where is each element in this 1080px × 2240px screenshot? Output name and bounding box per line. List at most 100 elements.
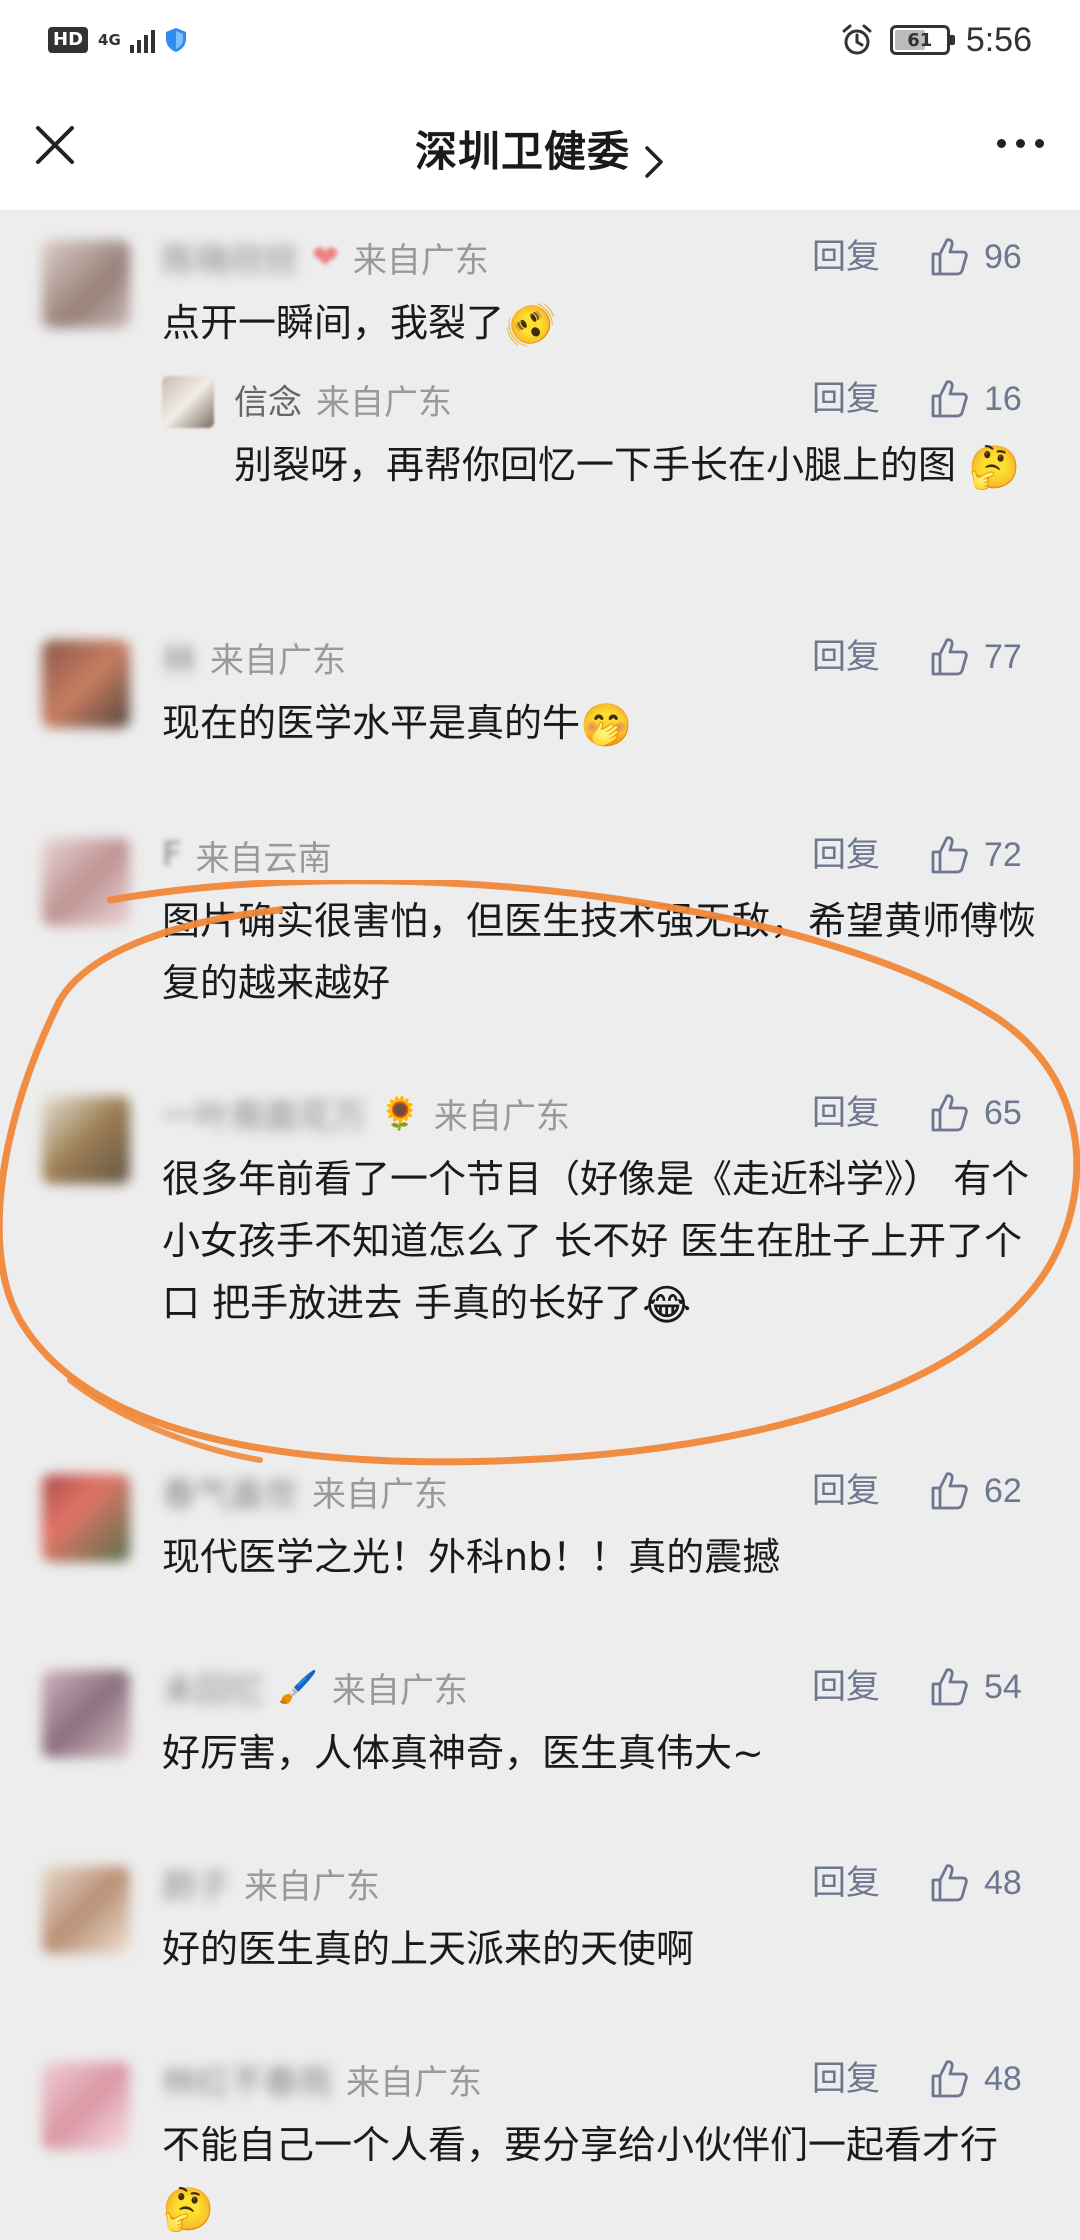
comment-body: 很多年前看了一个节目（好像是《走近科学》） 有个小女孩手不知道怎么了 长不好 医… bbox=[162, 1157, 1030, 1325]
comment-meta: 陈晓欣欣 ❤ 来自广东 bbox=[162, 232, 489, 282]
like-button[interactable]: 48 bbox=[928, 1858, 1032, 1908]
more-dot-icon bbox=[1034, 138, 1044, 148]
network-label: 4G bbox=[98, 30, 121, 49]
emoji-icon: 🤭 bbox=[580, 700, 633, 750]
like-button[interactable]: 77 bbox=[928, 632, 1032, 682]
avatar[interactable] bbox=[42, 640, 130, 728]
battery-level: 61 bbox=[907, 29, 933, 51]
like-button[interactable]: 72 bbox=[928, 830, 1032, 880]
location: 来自云南 bbox=[195, 838, 332, 879]
reply-button[interactable]: 回复 bbox=[812, 374, 880, 424]
comment-text: 图片确实很害怕，但医生技术强无敌，希望黄师傅恢复的越来越好 bbox=[162, 890, 1040, 1014]
comment-text: 现代医学之光！外科nb！！真的震撼 bbox=[162, 1526, 1040, 1588]
title-wrap[interactable]: 深圳卫健委 bbox=[0, 118, 1080, 180]
comment-meta: 林红不春雨 来自广东 bbox=[162, 2054, 482, 2104]
like-button[interactable]: 16 bbox=[928, 374, 1032, 424]
like-button[interactable]: 65 bbox=[928, 1088, 1032, 1138]
comment-meta: 林 来自广东 bbox=[162, 632, 346, 682]
avatar[interactable] bbox=[42, 240, 130, 328]
reply-button[interactable]: 回复 bbox=[812, 2054, 880, 2104]
shield-icon bbox=[166, 28, 187, 52]
reply-button[interactable]: 回复 bbox=[812, 830, 880, 880]
like-count: 65 bbox=[984, 1093, 1022, 1132]
comment-body: 别裂呀，再帮你回忆一下手长在小腿上的图 bbox=[234, 443, 957, 487]
comment-body: 现在的医学水平是真的牛 bbox=[162, 701, 581, 745]
battery-icon: 61 bbox=[889, 25, 955, 55]
thumbs-up-icon bbox=[931, 380, 968, 418]
user-name[interactable]: 林红不春雨 bbox=[162, 2055, 332, 2104]
paintbrush-icon: 🖌️ bbox=[278, 1668, 318, 1706]
alarm-icon bbox=[842, 24, 872, 55]
location: 来自广东 bbox=[244, 1866, 380, 1907]
like-count: 77 bbox=[984, 637, 1022, 676]
reply-button[interactable]: 回复 bbox=[812, 1466, 880, 1516]
thumbs-up-icon bbox=[931, 1668, 968, 1706]
thumbs-up-icon bbox=[931, 1472, 968, 1510]
thumbs-up-icon bbox=[931, 2060, 968, 2098]
location: 来自广东 bbox=[346, 2062, 482, 2103]
emoji-icon: 🤔 bbox=[162, 2184, 215, 2234]
avatar[interactable] bbox=[42, 1096, 130, 1184]
user-name[interactable]: 陈晓欣欣 bbox=[162, 233, 298, 282]
comment-meta: 未回忆 🖌️ 来自广东 bbox=[162, 1662, 468, 1712]
more-button[interactable] bbox=[988, 128, 1052, 158]
location: 来自广东 bbox=[433, 1096, 570, 1137]
clock: 5:56 bbox=[965, 20, 1032, 59]
user-name[interactable]: 春气盎世 bbox=[162, 1467, 298, 1516]
avatar[interactable] bbox=[42, 1866, 130, 1954]
status-right: 61 5:56 bbox=[840, 18, 1032, 62]
comment-body: 好厉害，人体真神奇，医生真伟大~ bbox=[162, 1731, 764, 1775]
location: 来自广东 bbox=[210, 640, 346, 681]
comment-body: 好的医生真的上天派来的天使啊 bbox=[162, 1927, 695, 1971]
user-name[interactable]: 一叶南面花万 bbox=[162, 1089, 366, 1138]
location: 来自广东 bbox=[316, 382, 452, 423]
like-button[interactable]: 54 bbox=[928, 1662, 1032, 1712]
emoji-icon: 🫨 bbox=[504, 300, 557, 350]
like-count: 54 bbox=[984, 1667, 1022, 1706]
reply-button[interactable]: 回复 bbox=[812, 1088, 880, 1138]
like-count: 48 bbox=[984, 2059, 1022, 2098]
reply-button[interactable]: 回复 bbox=[812, 232, 880, 282]
user-name[interactable]: F bbox=[162, 835, 182, 875]
reply-button[interactable]: 回复 bbox=[812, 632, 880, 682]
comment-text: 别裂呀，再帮你回忆一下手长在小腿上的图 🤔 bbox=[234, 434, 1040, 499]
reply-button[interactable]: 回复 bbox=[812, 1858, 880, 1908]
comment-text: 很多年前看了一个节目（好像是《走近科学》） 有个小女孩手不知道怎么了 长不好 医… bbox=[162, 1148, 1040, 1337]
location: 来自广东 bbox=[312, 1474, 448, 1515]
like-button[interactable]: 62 bbox=[928, 1466, 1032, 1516]
user-name[interactable]: 未回忆 bbox=[162, 1663, 264, 1712]
like-count: 48 bbox=[984, 1863, 1022, 1902]
avatar[interactable] bbox=[162, 376, 214, 428]
user-name[interactable]: 颜子 bbox=[162, 1859, 230, 1908]
like-count: 96 bbox=[984, 237, 1022, 276]
avatar[interactable] bbox=[42, 1474, 130, 1562]
comment-text: 现在的医学水平是真的牛🤭 bbox=[162, 692, 1040, 757]
reply-button[interactable]: 回复 bbox=[812, 1662, 880, 1712]
comment-text: 好厉害，人体真神奇，医生真伟大~ bbox=[162, 1722, 1040, 1784]
page-title[interactable]: 深圳卫健委 bbox=[415, 127, 630, 176]
comment-meta: 信念 来自广东 bbox=[234, 374, 452, 424]
comment-text: 好的医生真的上天派来的天使啊 bbox=[162, 1918, 1040, 1980]
status-left: HD 4G bbox=[48, 22, 187, 58]
like-count: 16 bbox=[984, 379, 1022, 418]
comment-text: 不能自己一个人看，要分享给小伙伴们一起看才行 🤔 bbox=[162, 2114, 1040, 2240]
emoji-icon: 🤔 bbox=[968, 442, 1021, 492]
comment-body: 不能自己一个人看，要分享给小伙伴们一起看才行 bbox=[162, 2123, 999, 2167]
more-dot-icon bbox=[996, 138, 1006, 148]
sunflower-icon: 🌻 bbox=[380, 1094, 420, 1132]
signal-icon bbox=[130, 27, 156, 53]
avatar[interactable] bbox=[42, 1670, 130, 1758]
chevron-right-icon bbox=[645, 145, 663, 178]
comment-body: 图片确实很害怕，但医生技术强无敌，希望黄师傅恢复的越来越好 bbox=[162, 899, 1037, 1005]
user-name[interactable]: 林 bbox=[162, 633, 196, 682]
user-name[interactable]: 信念 bbox=[234, 375, 302, 424]
comment-body: 现代医学之光！外科nb！！真的震撼 bbox=[162, 1535, 781, 1579]
comment-meta: 一叶南面花万 🌻 来自广东 bbox=[162, 1088, 570, 1138]
like-button[interactable]: 96 bbox=[928, 232, 1032, 282]
avatar[interactable] bbox=[42, 2062, 130, 2150]
heart-icon: ❤ bbox=[312, 238, 339, 276]
avatar[interactable] bbox=[42, 838, 130, 926]
thumbs-up-icon bbox=[931, 836, 968, 874]
comment-meta: F 来自云南 bbox=[162, 830, 332, 880]
like-button[interactable]: 48 bbox=[928, 2054, 1032, 2104]
